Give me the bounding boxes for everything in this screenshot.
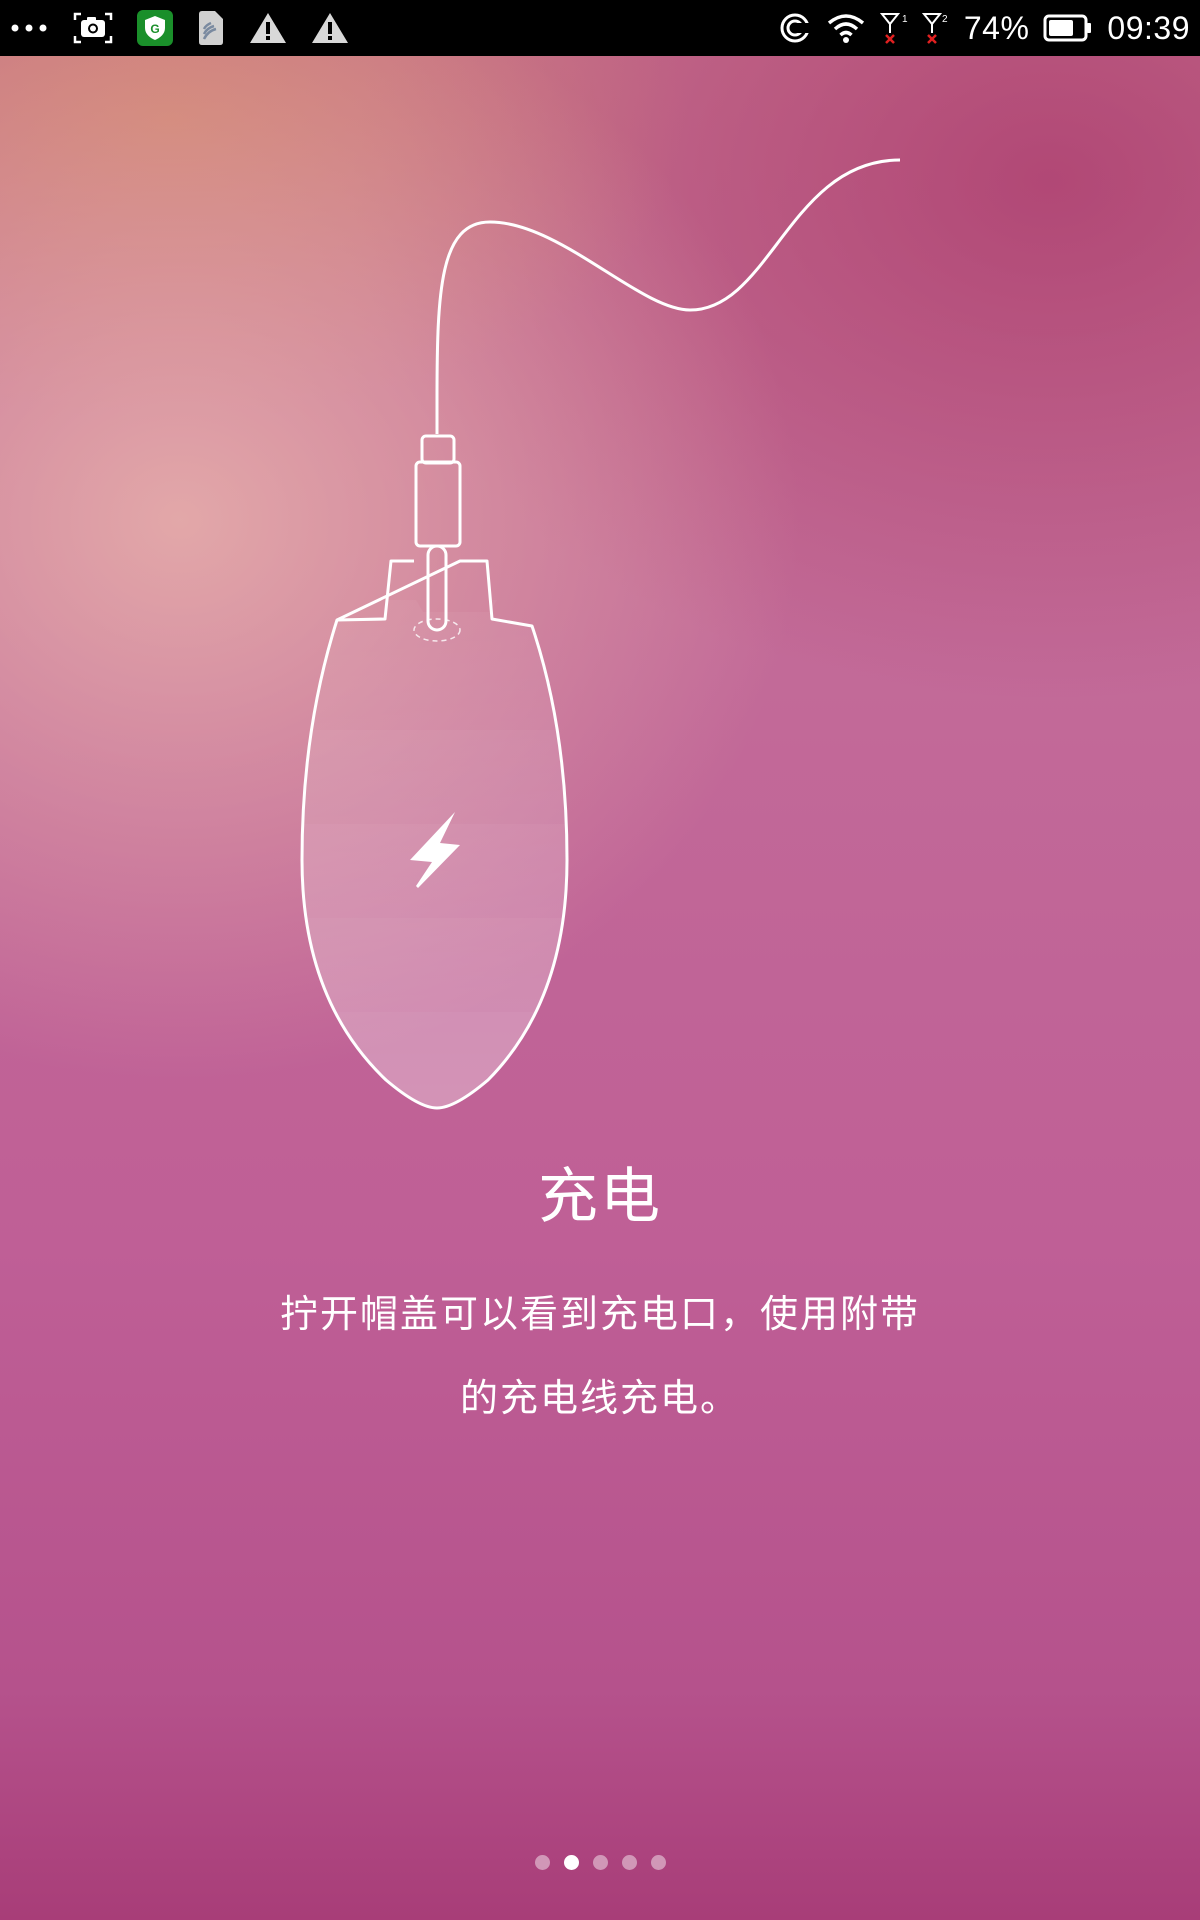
sync-icon	[778, 11, 812, 45]
page-dot[interactable]	[621, 1854, 637, 1870]
system-icons: 1 2 74% 09:39	[778, 0, 1190, 56]
warning-icon	[310, 11, 350, 45]
svg-text:G: G	[150, 22, 159, 36]
sim2-no-signal-icon: 2	[921, 11, 950, 45]
page-indicator	[0, 1852, 1200, 1872]
svg-text:2: 2	[942, 14, 948, 25]
page-dot[interactable]	[534, 1854, 550, 1870]
cable-connector-neck	[420, 434, 456, 465]
sim1-no-signal-icon: 1	[879, 11, 908, 45]
status-bar: G 1 2 74% 09:39	[0, 0, 1200, 56]
mouse-charging-illustration	[0, 56, 1200, 1120]
charging-cable	[435, 158, 901, 434]
wifi-icon	[826, 12, 866, 44]
cable-connector	[414, 460, 462, 548]
sim-card-icon	[196, 9, 226, 47]
onboarding-screen: G 1 2 74% 09:39 充电 拧开帽盖可以看到充电口，使用附带的充电线充…	[0, 0, 1200, 1920]
battery-percent: 74%	[963, 9, 1030, 46]
notification-icons: G	[10, 0, 350, 56]
more-dots-icon	[10, 23, 50, 33]
clock: 09:39	[1107, 9, 1190, 46]
page-title: 充电	[538, 1162, 662, 1232]
battery-icon	[1043, 13, 1093, 43]
page-description: 拧开帽盖可以看到充电口，使用附带的充电线充电。	[280, 1292, 921, 1420]
page-dot[interactable]	[563, 1854, 579, 1870]
security-app-icon: G	[136, 9, 174, 47]
page-dot[interactable]	[650, 1854, 666, 1870]
page-dot[interactable]	[592, 1854, 608, 1870]
svg-text:1: 1	[902, 14, 908, 25]
warning-icon	[248, 11, 288, 45]
screenshot-icon	[72, 10, 114, 46]
